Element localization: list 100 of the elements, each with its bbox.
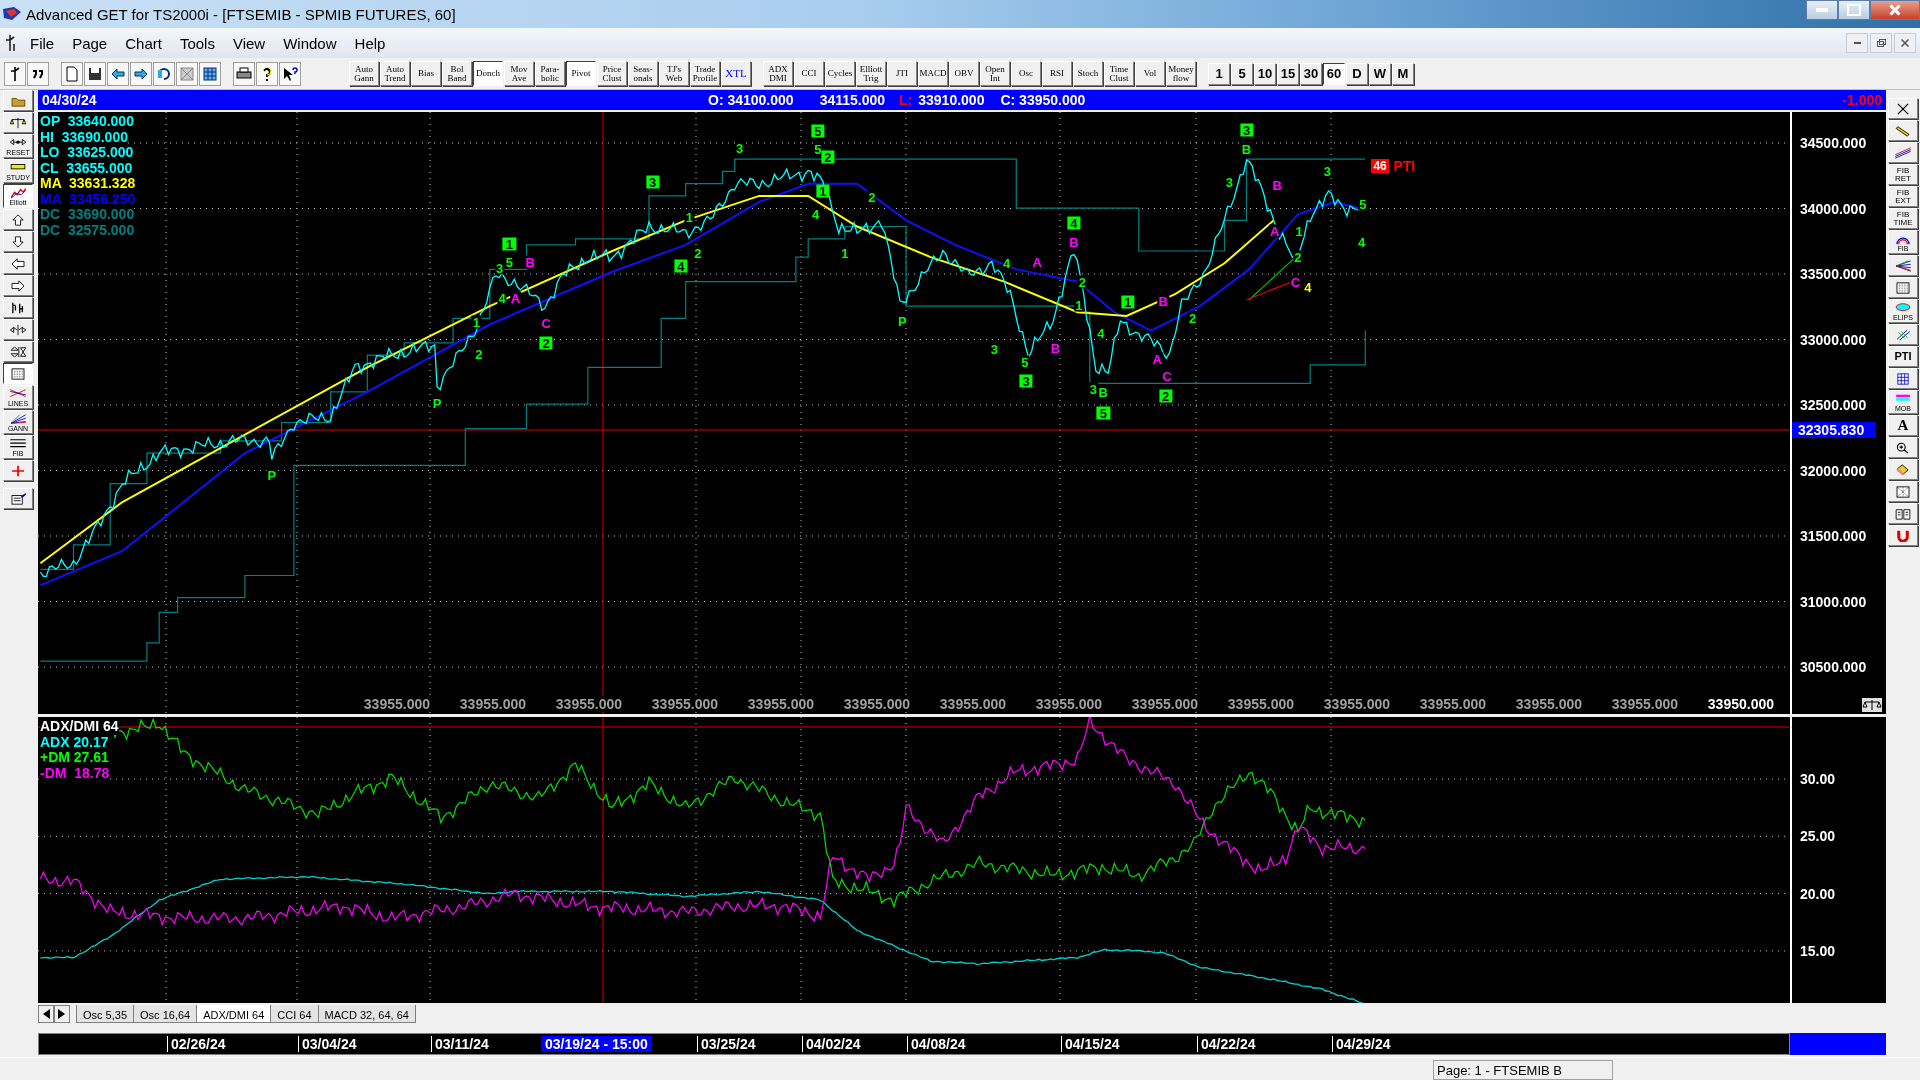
restore-button[interactable] (1870, 33, 1892, 53)
indicator-button[interactable]: CCI (794, 61, 824, 86)
toolbar-button[interactable] (84, 61, 106, 86)
indicator-button[interactable]: JTI (887, 61, 917, 86)
panel-tab[interactable]: ADX/DMI 64 (196, 1005, 272, 1023)
indicator-button[interactable]: Money flow (1166, 61, 1196, 86)
panel-tab[interactable]: Osc 5,35 (76, 1005, 135, 1023)
wave-label: 4 (1001, 256, 1012, 270)
date-label: 04/02/24 (802, 1036, 864, 1052)
pti-label: PTI (1393, 157, 1416, 174)
maximize-button[interactable] (1838, 0, 1870, 20)
indicator-button[interactable]: ADX DMI (763, 61, 793, 86)
date-label: 03/11/24 (431, 1036, 492, 1052)
scroll-left-button[interactable] (38, 1005, 54, 1023)
tool-button[interactable]: PTI (1888, 346, 1918, 367)
indicator-button[interactable]: MACD (918, 61, 948, 86)
wave-label: P (431, 396, 443, 410)
indicator-button[interactable]: OBV (949, 61, 979, 86)
expand-horizontal-icon (7, 323, 29, 336)
interval-button[interactable]: W (1369, 62, 1391, 85)
indicator-button[interactable]: Para- bolic (535, 61, 565, 86)
indicator-button[interactable]: Bol Band (442, 61, 472, 86)
indicator-button[interactable]: Cycles (825, 61, 855, 86)
interval-button[interactable]: 5 (1231, 62, 1253, 85)
wave-label: 5 (1358, 198, 1368, 211)
axis-label: 20.00 (1800, 885, 1836, 902)
axis-label: 34500.000 (1800, 135, 1867, 151)
tool-button[interactable]: FIB RET (1888, 164, 1918, 185)
indicator-button[interactable]: Vol (1135, 61, 1165, 86)
indicator-button[interactable]: Osc (1011, 61, 1041, 86)
wave-label: 3 (1239, 123, 1254, 137)
indicator-button[interactable]: Auto Gann (349, 61, 379, 86)
tool-button[interactable]: FIB EXT (1888, 186, 1918, 207)
toolbar-button[interactable] (279, 61, 301, 86)
menu-item[interactable]: View (232, 34, 266, 52)
interval-button[interactable]: 10 (1254, 62, 1276, 85)
wave-label: 1 (1121, 295, 1135, 309)
menu-item[interactable]: File (30, 34, 55, 52)
interval-button[interactable]: M (1392, 62, 1414, 85)
indicator-button[interactable]: Time Clust (1104, 61, 1134, 86)
high-price: 34115.000 (819, 92, 886, 108)
wave-label: 5 (813, 142, 823, 156)
indicator-button[interactable]: Bias (411, 61, 441, 86)
tool-button[interactable]: FIB TIME (1888, 208, 1918, 229)
minimize-button[interactable] (1846, 33, 1868, 53)
indicator-button[interactable]: XTL (721, 61, 751, 86)
indicator-button[interactable]: Mov Ave (504, 61, 534, 86)
toolbar-button[interactable] (199, 61, 221, 86)
wave-label: B (1240, 142, 1253, 156)
toolbar-button[interactable] (27, 61, 49, 86)
wave-label: 2 (1293, 250, 1303, 264)
indicator-button[interactable]: Auto Trend (380, 61, 410, 86)
interval-button[interactable]: D (1346, 62, 1368, 85)
wave-label: 2 (867, 190, 877, 204)
toolbar-button[interactable] (153, 61, 175, 86)
indicator-button[interactable]: Stoch (1073, 61, 1103, 86)
menu-item[interactable]: Window (283, 34, 337, 52)
open-price: O: 34100.000 (708, 92, 794, 108)
axis-label: 15.00 (1800, 942, 1836, 959)
scroll-right-button[interactable] (54, 1005, 70, 1023)
wave-label: 1 (816, 184, 830, 198)
axis-label: 31500.000 (1800, 528, 1867, 544)
close-icon (1901, 39, 1909, 47)
menu-item[interactable]: Page (72, 34, 108, 52)
wave-label: B (1157, 294, 1169, 308)
minimize-button[interactable] (1806, 0, 1838, 20)
panel-tab[interactable]: Osc 16,64 (133, 1005, 198, 1023)
axis-label: 31000.000 (1800, 593, 1867, 610)
interval-button[interactable]: 60 (1323, 62, 1345, 85)
indicator-button[interactable]: Trade Profile (690, 61, 720, 86)
close-button[interactable] (1894, 33, 1916, 53)
wave-label: B (524, 255, 536, 269)
toolbar-button[interactable] (107, 61, 129, 86)
menu-item[interactable]: Help (354, 34, 386, 52)
toolbar-button[interactable] (233, 61, 255, 86)
date-label: 03/04/24 (298, 1036, 360, 1052)
toolbar-button[interactable] (130, 61, 152, 86)
interval-button[interactable]: 1 (1208, 62, 1230, 85)
menu-item[interactable]: Tools (179, 34, 215, 52)
tool-button[interactable]: A (1888, 415, 1918, 436)
indicator-button[interactable]: RSI (1042, 61, 1072, 86)
indicator-button[interactable]: Seas- onals (628, 61, 658, 86)
toolbar-button[interactable] (256, 61, 278, 86)
indicator-button[interactable]: Open Int (980, 61, 1010, 86)
indicator-button[interactable]: Price Clust (597, 61, 627, 86)
indicator-button[interactable]: Donch (473, 61, 503, 86)
interval-button[interactable]: 15 (1277, 62, 1299, 85)
toolbar-button[interactable] (4, 61, 26, 86)
indicator-button[interactable]: Elliott Trig (856, 61, 886, 86)
indicator-button[interactable]: TJ's Web (659, 61, 689, 86)
panel-tab[interactable]: MACD 32, 64, 64 (317, 1005, 416, 1023)
wave-label: B (1049, 341, 1062, 355)
close-button[interactable] (1870, 0, 1920, 20)
interval-button[interactable]: 30 (1300, 62, 1322, 85)
tool-button[interactable] (3, 363, 33, 384)
menu-item[interactable]: Chart (125, 34, 162, 52)
indicator-button[interactable]: Pivot (566, 61, 596, 86)
panel-tab[interactable]: CCI 64 (270, 1005, 319, 1023)
wave-label: A (1031, 255, 1043, 269)
date-label: 04/15/24 (1061, 1036, 1123, 1052)
